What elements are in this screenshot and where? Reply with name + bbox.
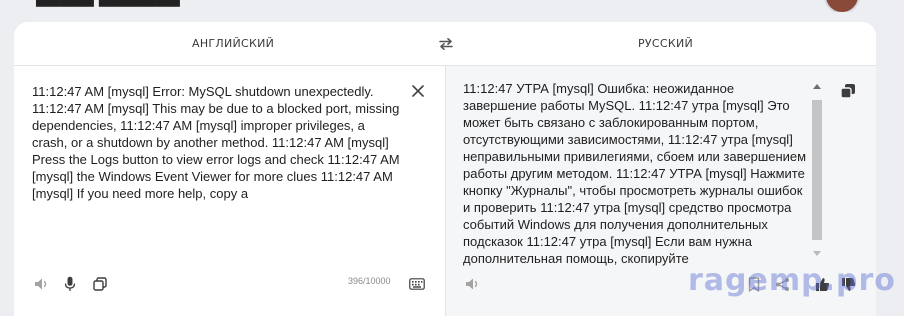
scroll-thumb[interactable]	[812, 100, 822, 240]
watermark: ragemp.pro	[688, 263, 896, 298]
close-icon[interactable]	[408, 81, 428, 101]
clipped-header-title: ▆▆▆▆▆ ▆▆▆▆▆▆▆	[36, 0, 180, 7]
speaker-icon[interactable]	[32, 274, 52, 294]
swap-languages-icon[interactable]	[436, 34, 456, 54]
scroll-up-arrow[interactable]	[813, 84, 821, 89]
clipped-header-items: • • • •	[300, 0, 382, 6]
source-language-button[interactable]: АНГЛИЙСКИЙ	[192, 22, 274, 66]
avatar[interactable]	[824, 0, 860, 12]
keyboard-icon[interactable]	[407, 274, 427, 294]
microphone-icon[interactable]	[60, 274, 80, 294]
speaker-icon[interactable]	[463, 274, 483, 294]
translation-output: 11:12:47 УТРА [mysql] Ошибка: неожиданно…	[463, 81, 810, 266]
source-pane: 11:12:47 AM [mysql] Error: MySQL shutdow…	[14, 66, 444, 316]
translation-scrollbar[interactable]	[812, 84, 822, 256]
copy-icon[interactable]	[90, 274, 110, 294]
source-text-input[interactable]: 11:12:47 AM [mysql] Error: MySQL shutdow…	[32, 83, 402, 202]
copy-translation-icon[interactable]	[840, 83, 858, 101]
top-header-clipped: ▆▆▆▆▆ ▆▆▆▆▆▆▆ • • • •	[0, 0, 904, 12]
language-bar: АНГЛИЙСКИЙ РУССКИЙ	[14, 22, 876, 66]
scroll-down-arrow[interactable]	[813, 251, 821, 256]
character-counter: 396/10000	[348, 276, 391, 286]
target-language-button[interactable]: РУССКИЙ	[638, 22, 693, 66]
